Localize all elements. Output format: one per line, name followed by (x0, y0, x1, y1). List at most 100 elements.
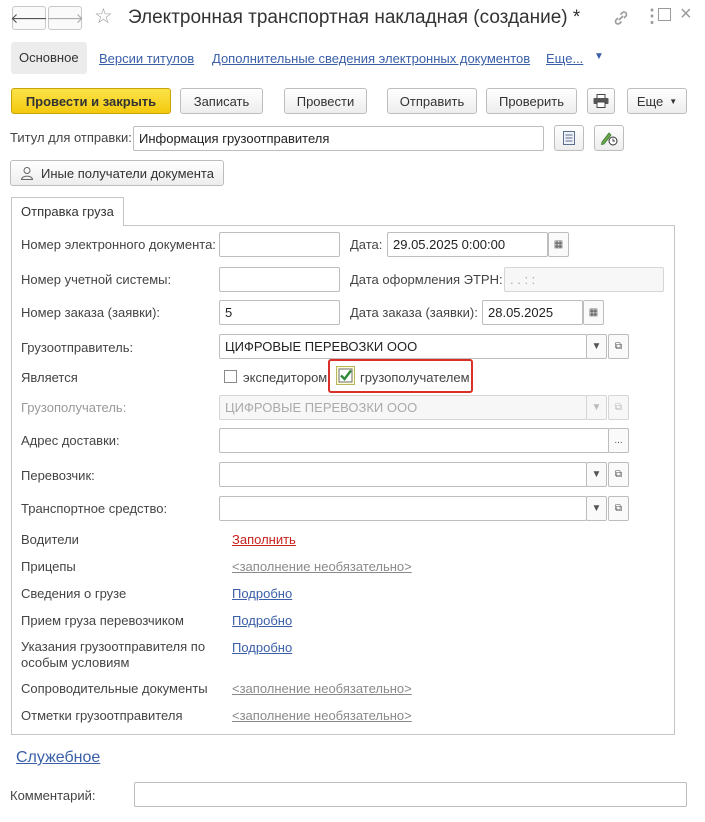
vehicle-label: Транспортное средство: (21, 501, 168, 516)
order-number-label: Номер заказа (заявки): (21, 305, 161, 320)
cargo-label: Сведения о грузе (21, 586, 127, 601)
order-date-field[interactable]: 28.05.2025 (482, 300, 583, 325)
drivers-label: Водители (21, 532, 79, 547)
order-calendar-button[interactable]: ▦ (583, 300, 604, 325)
ellipsis-icon: ... (614, 435, 623, 446)
edit-clock-button[interactable] (594, 125, 624, 151)
trailers-label: Прицепы (21, 559, 76, 574)
open-icon: ⧉ (614, 402, 623, 413)
marks-link[interactable]: <заполнение необязательно> (232, 708, 412, 723)
back-arrow-icon: 🡐 (10, 9, 48, 26)
save-button[interactable]: Записать (180, 88, 263, 114)
dropdown-icon: ▼ (591, 469, 602, 480)
post-and-close-button[interactable]: Провести и закрыть (11, 88, 171, 114)
marks-label: Отметки грузоотправителя (21, 708, 183, 723)
calendar-icon: ▦ (553, 239, 564, 250)
acceptance-label: Прием груза перевозчиком (21, 613, 184, 628)
window-title: Электронная транспортная накладная (созд… (128, 7, 581, 28)
address-select-button[interactable]: ... (608, 428, 629, 453)
docs-label: Сопроводительные документы (21, 681, 208, 696)
tab-extra-info[interactable]: Дополнительные сведения электронных доку… (212, 51, 530, 66)
open-icon: ⧉ (614, 503, 623, 514)
forward-button[interactable]: 🡒 (46, 6, 84, 30)
other-recipients-button[interactable]: Иные получатели документа (10, 160, 224, 186)
forwarder-checkbox[interactable] (224, 370, 237, 383)
cargo-details-link[interactable]: Подробно (232, 586, 292, 601)
etrn-date-label: Дата оформления ЭТРН: (350, 272, 503, 287)
shipper-field[interactable]: ЦИФРОВЫЕ ПЕРЕВОЗКИ ООО (219, 334, 587, 359)
service-section-link[interactable]: Служебное (16, 749, 100, 767)
dropdown-icon: ▼ (591, 402, 602, 413)
consignee-field: ЦИФРОВЫЕ ПЕРЕВОЗКИ ООО (219, 395, 587, 420)
carrier-field[interactable] (219, 462, 587, 487)
instructions-label-line2: особым условиям (21, 655, 130, 670)
shipper-dropdown-button[interactable]: ▼ (586, 334, 607, 359)
print-icon (593, 94, 609, 108)
person-icon (20, 167, 34, 180)
calendar-icon: ▦ (588, 307, 599, 318)
checkmark-icon (338, 368, 353, 383)
tab-more[interactable]: Еще... (546, 51, 583, 66)
vehicle-dropdown-button[interactable]: ▼ (586, 496, 607, 521)
check-button[interactable]: Проверить (486, 88, 577, 114)
dropdown-icon: ▼ (591, 503, 602, 514)
list-button[interactable] (554, 125, 584, 151)
date-label: Дата: (350, 237, 383, 252)
doc-number-field[interactable] (219, 232, 340, 257)
tab-shipment-label: Отправка груза (21, 204, 114, 219)
order-number-field[interactable]: 5 (219, 300, 340, 325)
tab-main[interactable]: Основное (11, 42, 87, 74)
title-label: Титул для отправки: (10, 130, 132, 145)
list-icon (563, 131, 575, 145)
post-button[interactable]: Провести (284, 88, 367, 114)
carrier-open-button[interactable]: ⧉ (608, 462, 629, 487)
open-icon: ⧉ (614, 469, 623, 480)
chevron-down-icon: ▼ (669, 96, 678, 106)
dropdown-icon: ▼ (591, 341, 602, 352)
edit-clock-icon (600, 132, 618, 146)
consignee-open-button: ⧉ (608, 395, 629, 420)
forward-arrow-icon: 🡒 (46, 9, 84, 26)
instructions-details-link[interactable]: Подробно (232, 640, 292, 655)
tab-shipment[interactable]: Отправка груза (11, 197, 124, 226)
vehicle-open-button[interactable]: ⧉ (608, 496, 629, 521)
maximize-icon[interactable] (658, 8, 671, 21)
link-icon[interactable] (612, 9, 630, 27)
shipper-label: Грузоотправитель: (21, 340, 134, 355)
address-label: Адрес доставки: (21, 433, 120, 448)
trailers-link[interactable]: <заполнение необязательно> (232, 559, 412, 574)
title-field[interactable]: Информация грузоотправителя (133, 126, 544, 151)
shipper-open-button[interactable]: ⧉ (608, 334, 629, 359)
comment-field[interactable] (134, 782, 687, 807)
close-icon[interactable]: × (680, 3, 692, 26)
acceptance-details-link[interactable]: Подробно (232, 613, 292, 628)
consignee-checkbox[interactable] (336, 366, 355, 385)
tab-versions[interactable]: Версии титулов (99, 51, 194, 66)
instructions-label-line1: Указания грузоотправителя по (21, 639, 206, 654)
forwarder-label: экспедитором (243, 370, 328, 385)
drivers-fill-link[interactable]: Заполнить (232, 532, 296, 547)
carrier-dropdown-button[interactable]: ▼ (586, 462, 607, 487)
back-button[interactable]: 🡐 (10, 6, 48, 30)
send-button[interactable]: Отправить (387, 88, 477, 114)
vehicle-field[interactable] (219, 496, 587, 521)
consignee-dropdown-button: ▼ (586, 395, 607, 420)
address-field[interactable] (219, 428, 609, 453)
carrier-label: Перевозчик: (21, 468, 95, 483)
is-label: Является (21, 370, 78, 385)
more-button[interactable]: Еще ▼ (627, 88, 687, 114)
doc-number-label: Номер электронного документа: (21, 237, 216, 252)
other-recipients-label: Иные получатели документа (41, 165, 214, 181)
more-button-label: Еще (636, 93, 664, 109)
star-icon[interactable]: ☆ (94, 4, 113, 29)
docs-link[interactable]: <заполнение необязательно> (232, 681, 412, 696)
etrn-date-field: . . : : (504, 267, 664, 292)
order-date-label: Дата заказа (заявки): (350, 305, 478, 320)
account-number-label: Номер учетной системы: (21, 272, 172, 287)
date-field[interactable]: 29.05.2025 0:00:00 (387, 232, 548, 257)
print-button[interactable] (587, 88, 615, 114)
calendar-button[interactable]: ▦ (548, 232, 569, 257)
consignee-check-label: грузополучателем (360, 370, 470, 385)
account-number-field[interactable] (219, 267, 340, 292)
tab-more-dropdown-icon[interactable]: ▼ (594, 51, 604, 62)
